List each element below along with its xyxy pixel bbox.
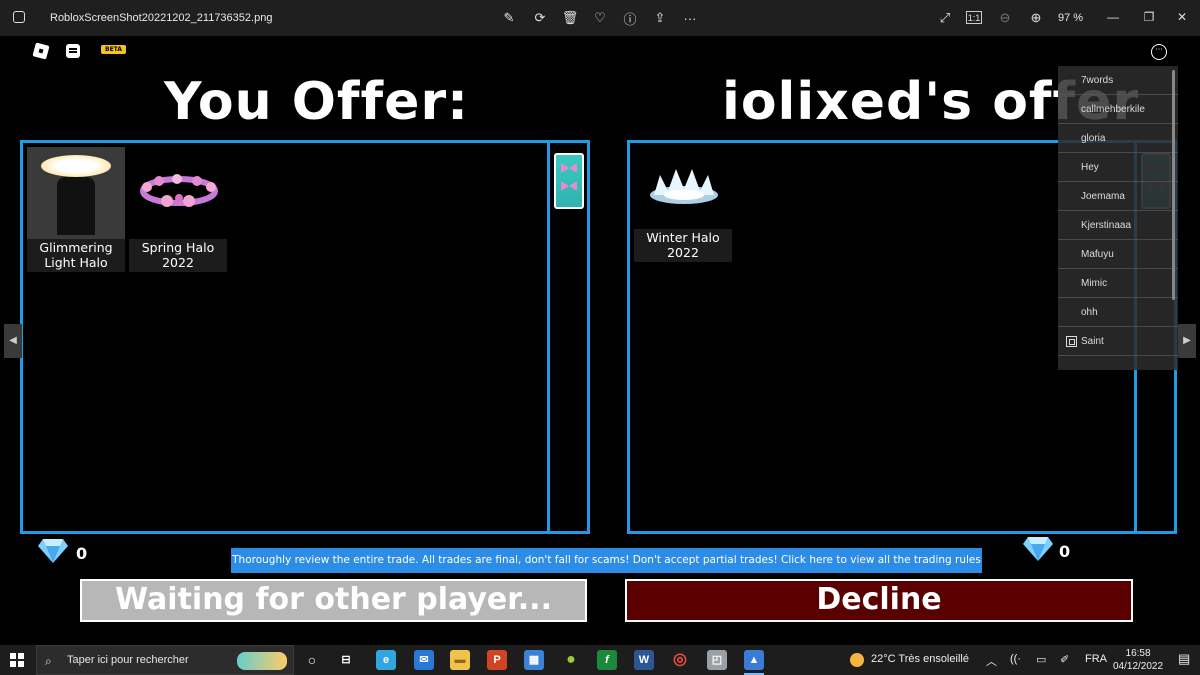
partner-gem-count: 0 <box>1059 542 1071 561</box>
actual-size-icon[interactable]: 1:1 <box>966 11 982 24</box>
panel-divider <box>547 143 550 531</box>
waiting-button[interactable]: Waiting for other player... <box>80 579 587 622</box>
player-list-item-saint[interactable]: Saint <box>1058 327 1178 356</box>
trade-item[interactable]: Spring Halo 2022 <box>129 147 227 272</box>
favorite-icon[interactable]: ♡ <box>591 9 609 27</box>
player-name: Saint <box>1081 336 1104 347</box>
share-icon[interactable]: ⇪ <box>651 9 669 27</box>
maximize-button[interactable]: ❐ <box>1139 8 1159 26</box>
trade-item[interactable]: Glimmering Light Halo <box>27 147 125 272</box>
fullscreen-icon[interactable]: ⤢ <box>936 9 954 27</box>
file-explorer-icon[interactable]: ▬ <box>450 650 470 670</box>
premium-icon <box>1066 336 1077 347</box>
viewer-titlebar: RobloxScreenShot20221202_211736352.png ✎… <box>0 0 1200 36</box>
notifications-icon[interactable]: ▤ <box>1178 651 1190 667</box>
item-label: Spring Halo 2022 <box>129 239 227 272</box>
photos-app-icon <box>13 11 25 23</box>
search-highlight-art <box>237 652 287 670</box>
player-list-item[interactable]: gloria <box>1058 124 1178 153</box>
clock[interactable]: 16:58 04/12/2022 <box>1113 647 1163 673</box>
search-icon: ⌕ <box>45 654 52 668</box>
clock-time: 16:58 <box>1125 648 1151 659</box>
weather-sun-icon <box>850 653 864 667</box>
player-list-item[interactable]: Mimic <box>1058 269 1178 298</box>
tray-overflow-icon[interactable]: ︿ <box>986 653 997 669</box>
diamond-icon <box>1023 537 1053 561</box>
cortana-icon[interactable]: ○ <box>302 650 322 670</box>
player-list-item[interactable]: Hey <box>1058 153 1178 182</box>
game-menu-icon[interactable]: ··· <box>1151 44 1167 60</box>
file-name: RobloxScreenShot20221202_211736352.png <box>50 12 273 24</box>
chat-icon[interactable] <box>66 44 80 58</box>
mail-icon[interactable]: ✉ <box>414 650 434 670</box>
player-list-item[interactable]: Joemama <box>1058 182 1178 211</box>
player-list-item[interactable]: Kjerstinaaa <box>1058 211 1178 240</box>
delete-icon[interactable]: 🗑 <box>561 9 579 27</box>
player-list-item[interactable]: ohh <box>1058 298 1178 327</box>
tennis-ball-icon[interactable]: ● <box>561 650 581 670</box>
glimmering-light-halo-thumbnail <box>27 147 125 239</box>
edge-icon[interactable]: e <box>376 650 396 670</box>
trade-item[interactable]: Winter Halo 2022 <box>634 147 732 262</box>
more-options-icon[interactable]: ··· <box>681 9 699 27</box>
photos-taskbar-icon[interactable]: ▲ <box>744 650 764 675</box>
info-icon[interactable]: ⓘ <box>621 9 639 27</box>
next-arrow-icon[interactable]: ▶ <box>1178 324 1196 358</box>
item-label: Glimmering Light Halo <box>27 239 125 272</box>
previous-arrow-icon[interactable]: ◀ <box>4 324 22 358</box>
formula-app-icon[interactable]: f <box>597 650 617 670</box>
zoom-level[interactable]: 97 % <box>1058 12 1083 24</box>
word-icon[interactable]: W <box>634 650 654 670</box>
taskbar-search[interactable]: ⌕ Taper ici pour rechercher <box>36 645 294 675</box>
trading-rules-banner[interactable]: Thoroughly review the entire trade. All … <box>231 548 982 573</box>
beta-badge[interactable]: BETA <box>101 45 126 54</box>
clock-date: 04/12/2022 <box>1113 661 1164 672</box>
diamond-icon <box>38 539 68 563</box>
pen-icon[interactable]: ✐ <box>1060 653 1069 666</box>
your-offer-panel: Glimmering Light Halo Spring Halo 2022 <box>20 140 590 534</box>
chrome-icon[interactable]: ◎ <box>670 650 690 670</box>
network-icon[interactable]: ((· <box>1010 653 1021 665</box>
edit-icon[interactable]: ✎ <box>500 9 518 27</box>
close-button[interactable]: ✕ <box>1172 8 1192 26</box>
minimize-button[interactable]: — <box>1103 8 1123 26</box>
player-list: 7words callmehberkile gloria Hey Joemama… <box>1058 66 1178 370</box>
battery-icon[interactable]: ▭ <box>1036 653 1046 666</box>
your-offer-title: You Offer: <box>164 72 469 132</box>
player-list-item[interactable]: Mafuyu <box>1058 240 1178 269</box>
roblox-game-view: BETA ··· You Offer: iolixed's offer Glim… <box>0 36 1200 645</box>
your-gem-count: 0 <box>76 544 88 563</box>
decline-button[interactable]: Decline <box>625 579 1133 622</box>
winter-halo-thumbnail <box>634 147 732 229</box>
windows-taskbar: ⌕ Taper ici pour rechercher ○ ⊟ e ✉ ▬ P … <box>0 645 1200 675</box>
roblox-menu-icon[interactable] <box>32 42 50 60</box>
store-icon[interactable]: ▦ <box>524 650 544 670</box>
rotate-icon[interactable]: ⟳ <box>531 9 549 27</box>
powerpoint-icon[interactable]: P <box>487 650 507 670</box>
zoom-in-icon[interactable]: ⊕ <box>1027 9 1045 27</box>
player-list-item[interactable]: 7words <box>1058 66 1178 95</box>
zoom-out-icon[interactable]: ⊖ <box>996 9 1014 27</box>
language-indicator[interactable]: FRA <box>1085 653 1107 665</box>
search-placeholder: Taper ici pour rechercher <box>67 654 189 666</box>
player-list-scrollbar[interactable] <box>1172 70 1175 300</box>
pet-card-icon[interactable] <box>554 153 584 209</box>
item-label: Winter Halo 2022 <box>634 229 732 262</box>
weather-text[interactable]: 22°C Très ensoleillé <box>871 653 969 665</box>
task-view-icon[interactable]: ⊟ <box>336 650 356 670</box>
start-button[interactable] <box>10 653 24 667</box>
player-list-item[interactable]: callmehberkile <box>1058 95 1178 124</box>
files-app-icon[interactable]: ◰ <box>707 650 727 670</box>
spring-halo-thumbnail <box>129 147 227 239</box>
